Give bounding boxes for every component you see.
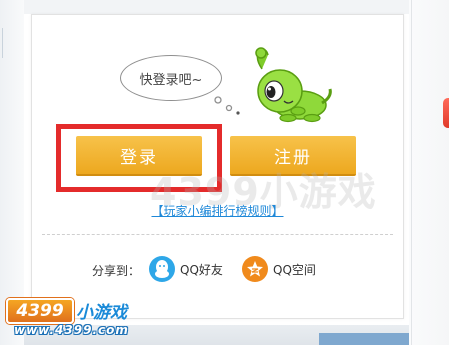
background-top-strip [24,0,409,14]
share-qzone-button[interactable]: QQ空间 [242,255,316,283]
rules-link[interactable]: 【玩家小编排行榜规则】 [32,202,403,219]
qzone-star-icon [242,256,268,282]
panel-edge [411,0,412,345]
dashed-divider [42,234,393,235]
bottom-blue-bar [319,333,409,345]
background-left-panel [0,0,24,345]
bubble-text: 快登录吧~ [139,72,203,88]
speech-bubble: 快登录吧~ [120,55,222,101]
logo-badge: 4399 [6,298,74,324]
share-qzone-label: QQ空间 [273,262,316,277]
login-dialog: 快登录吧~ 登录 注册 4399小游戏 【玩家小编排行榜规则】 分享到： QQ好… [31,14,404,319]
background-right-panel [409,0,449,345]
logo-text: 小游戏 [76,303,127,323]
green-mascot-icon [255,47,332,123]
share-qq-button[interactable]: QQ好友 [149,255,223,283]
qq-penguin-icon [149,256,175,282]
share-label: 分享到： [92,264,141,278]
logo-url: www.4399.com [14,323,129,337]
share-qq-label: QQ好友 [180,262,223,277]
red-side-tab [443,98,449,128]
site-logo: 4399 小游戏 www.4399.com [6,298,136,340]
bubble-tail-icon [214,96,240,115]
